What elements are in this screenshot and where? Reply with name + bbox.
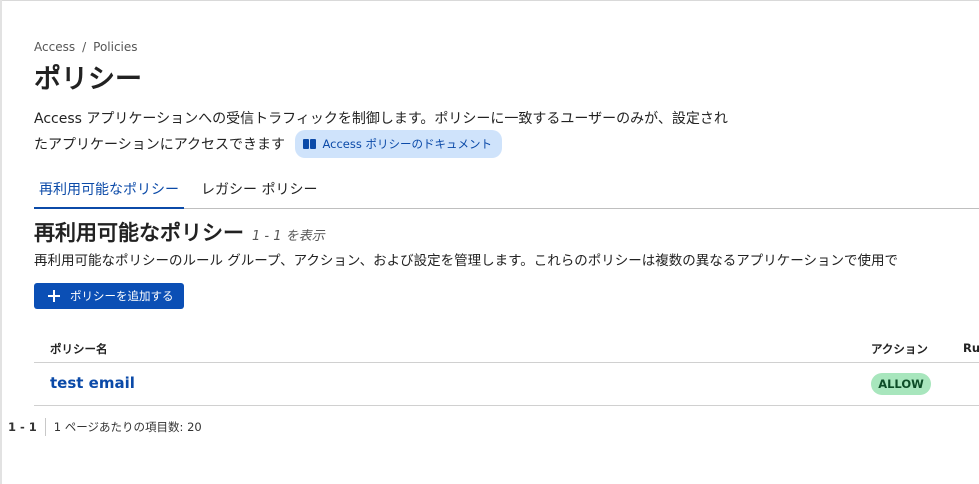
section-title-text: 再利用可能なポリシー bbox=[34, 221, 244, 245]
docs-link-label: Access ポリシーのドキュメント bbox=[322, 137, 493, 151]
tab-reusable-policies[interactable]: 再利用可能なポリシー bbox=[34, 172, 184, 209]
policy-tabs: 再利用可能なポリシー レガシー ポリシー bbox=[34, 172, 979, 209]
page-description: Access アプリケーションへの受信トラフィックを制御します。ポリシーに一致す… bbox=[34, 107, 734, 159]
policy-name-link[interactable]: test email bbox=[50, 374, 135, 392]
table-row: test email ALLOW bbox=[34, 363, 979, 406]
column-header-policy-name[interactable]: ポリシー名 bbox=[50, 341, 108, 357]
pagination: 1 - 1 1 ページあたりの項目数: 20 bbox=[8, 418, 202, 436]
book-icon bbox=[303, 139, 317, 149]
add-policy-button-label: ポリシーを追加する bbox=[70, 289, 174, 303]
docs-link[interactable]: Access ポリシーのドキュメント bbox=[295, 130, 503, 158]
breadcrumb-current: Policies bbox=[93, 40, 138, 54]
main-content: Access / Policies ポリシー Access アプリケーションへの… bbox=[34, 40, 979, 406]
breadcrumb: Access / Policies bbox=[34, 40, 979, 54]
table-header: ポリシー名 アクション Ru bbox=[34, 336, 979, 363]
breadcrumb-access[interactable]: Access bbox=[34, 40, 75, 54]
column-header-action[interactable]: アクション bbox=[871, 341, 928, 357]
section-title: 再利用可能なポリシー 1 - 1 を表示 bbox=[34, 217, 325, 247]
plus-icon bbox=[48, 290, 60, 302]
section-description: 再利用可能なポリシーのルール グループ、アクション、および設定を管理します。これ… bbox=[34, 253, 898, 269]
action-badge: ALLOW bbox=[871, 373, 931, 395]
left-border bbox=[0, 0, 2, 484]
items-per-page[interactable]: 1 ページあたりの項目数: 20 bbox=[54, 419, 202, 435]
tab-legacy-policies[interactable]: レガシー ポリシー bbox=[196, 172, 322, 207]
pagination-range: 1 - 1 bbox=[8, 418, 46, 436]
policies-table: ポリシー名 アクション Ru test email ALLOW bbox=[34, 336, 979, 406]
result-count: 1 - 1 を表示 bbox=[252, 229, 325, 244]
top-border bbox=[0, 0, 979, 1]
page-title: ポリシー bbox=[34, 64, 142, 95]
add-policy-button[interactable]: ポリシーを追加する bbox=[34, 283, 184, 309]
breadcrumb-separator: / bbox=[82, 40, 87, 54]
column-header-rules[interactable]: Ru bbox=[963, 341, 979, 355]
